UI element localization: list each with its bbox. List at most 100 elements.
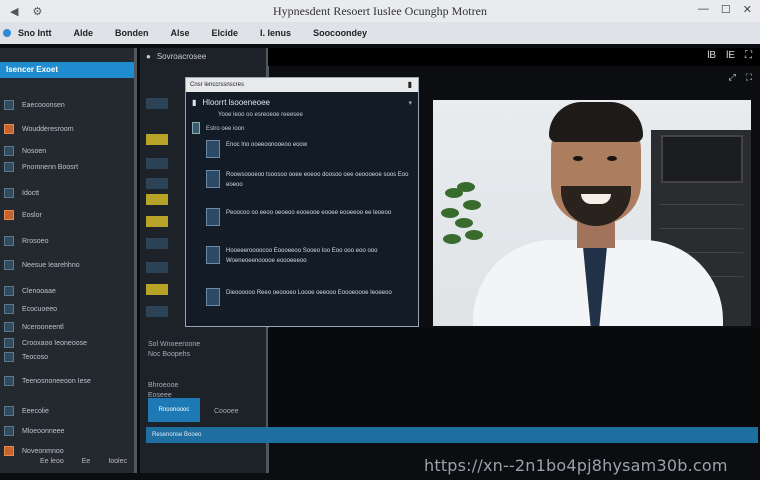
footer: Ee leoo Ee Ioolec <box>40 458 127 465</box>
menu-item[interactable]: Alde <box>74 28 94 38</box>
panel-line: Bhroeooe <box>148 382 179 389</box>
window-controls: — ☐ ✕ <box>698 3 752 16</box>
fullscreen-icon[interactable]: ⛶ <box>746 72 752 83</box>
nav-controls: ◀ ⚙ <box>0 5 42 18</box>
person-icon <box>4 162 14 172</box>
video-feed[interactable] <box>433 100 751 326</box>
video-plant <box>437 178 485 268</box>
panel-swatch[interactable] <box>146 306 168 317</box>
footer-item[interactable]: Ioolec <box>108 458 127 465</box>
sidebar-item[interactable]: Pnomnenn Boosrt <box>4 160 78 174</box>
panel-line: Sol Wnoeeroone <box>148 341 201 348</box>
dialog-section-title: Eslro oee ioon <box>206 126 245 132</box>
sidebar-item[interactable]: Eeecolie <box>4 404 49 418</box>
close-button[interactable]: ✕ <box>743 3 752 16</box>
status-bar[interactable]: Resenonse Booeo <box>146 427 758 443</box>
panel-swatch[interactable] <box>146 194 168 205</box>
chart-icon <box>4 304 14 314</box>
record-icon: ● <box>146 52 151 61</box>
divider <box>134 48 137 473</box>
panel-tile-button[interactable]: Rnoonoooc <box>148 398 200 422</box>
clipboard-icon <box>4 322 14 332</box>
sidebar-item[interactable]: Teocoso <box>4 350 48 364</box>
footer-item[interactable]: Ee leoo <box>40 458 64 465</box>
sidebar-item[interactable]: Eoslor <box>4 208 42 222</box>
person-eye <box>607 156 617 161</box>
panel-swatch[interactable] <box>146 216 168 227</box>
panel-swatch[interactable] <box>146 178 168 189</box>
main-toolbar: lB lE ⛶ <box>268 48 760 66</box>
sidebar-item[interactable]: Ecocuoeeo <box>4 302 57 316</box>
app-logo-icon <box>3 29 11 37</box>
menu-item[interactable]: Elcide <box>212 28 239 38</box>
chevron-down-icon[interactable]: ▾ <box>408 99 412 107</box>
document-icon: ▮ <box>192 98 197 107</box>
panel-swatch[interactable] <box>146 238 168 249</box>
option-checkbox[interactable] <box>206 170 220 188</box>
sidebar-header[interactable]: Isencer Exoet <box>0 62 134 78</box>
list-icon <box>4 338 14 348</box>
sidebar-item[interactable]: Ncerooneentl <box>4 320 64 334</box>
menu-bar: Sno Intt Alde Bonden Alse Elcide I. Ienu… <box>0 22 760 44</box>
option-checkbox[interactable] <box>206 288 220 306</box>
panel-swatch[interactable] <box>146 134 168 145</box>
option-checkbox[interactable] <box>206 208 220 226</box>
toolbar-item[interactable]: lB <box>707 50 716 61</box>
sidebar-item[interactable]: Eaecooonsen <box>4 98 65 112</box>
option-checkbox[interactable] <box>206 246 220 264</box>
maximize-button[interactable]: ☐ <box>721 3 731 16</box>
sidebar-item[interactable]: Idoctt <box>4 186 39 200</box>
settings-icon[interactable]: ⚙ <box>32 5 42 18</box>
footer-item[interactable]: Ee <box>82 458 91 465</box>
sidebar-item[interactable]: Rrosoeo <box>4 234 48 248</box>
option-checkbox[interactable] <box>206 140 220 158</box>
toolbar-item[interactable]: lE <box>726 50 735 61</box>
panel-line: Noc Boopehs <box>148 351 191 358</box>
menu-item[interactable]: Soocoondey <box>313 28 367 38</box>
panel-swatch[interactable] <box>146 262 168 273</box>
file-icon <box>4 100 14 110</box>
video-controls: ⤢ ⛶ <box>728 72 752 83</box>
menu-item[interactable]: Sno Intt <box>18 28 52 38</box>
calendar-icon <box>4 236 14 246</box>
sidebar-item[interactable]: Teenosnoneeoon Iese <box>4 374 91 388</box>
sidebar-item[interactable]: Nosoen <box>4 144 46 158</box>
chat-icon <box>4 188 14 198</box>
panel-swatch[interactable] <box>146 98 168 109</box>
video-microwave <box>661 135 743 183</box>
person-eye <box>573 156 583 161</box>
minimize-button[interactable]: — <box>698 3 709 16</box>
menu-item[interactable]: Alse <box>171 28 190 38</box>
window-title: Hypnesdent Resoert Iuslee Ocunghp Motren <box>273 3 487 18</box>
sidebar-item[interactable]: Neesue Iearehhno <box>4 258 80 272</box>
mail-icon <box>4 406 14 416</box>
fullscreen-icon[interactable]: ⛶ <box>745 50 752 61</box>
panel-swatch[interactable] <box>146 158 168 169</box>
panel-header: ● Sovroacrosee <box>146 52 207 61</box>
empty-panel <box>268 328 760 428</box>
menu-item[interactable]: Bonden <box>115 28 149 38</box>
file-icon <box>192 122 200 134</box>
sidebar-item[interactable]: Woudderesroom <box>4 122 74 136</box>
dialog-header-row[interactable]: ▮ Hloorrt lsooeneoee ▾ <box>192 98 412 107</box>
back-icon[interactable]: ◀ <box>10 5 18 18</box>
sidebar-item[interactable]: Crooxaoo Ieoneoose <box>4 336 87 350</box>
warning-icon <box>4 446 14 456</box>
panel-tile-label[interactable]: Coooee <box>214 408 239 415</box>
sidebar-item[interactable]: Mloeoonneee <box>4 424 64 438</box>
expand-icon[interactable]: ⤢ <box>728 72 735 83</box>
sidebar-item[interactable]: Clenooaae <box>4 284 56 298</box>
folder-icon <box>4 124 14 134</box>
grid-icon <box>4 286 14 296</box>
person-hair <box>549 102 643 142</box>
archive-icon <box>4 426 14 436</box>
watermark-url: https://xn--2n1bo4pj8hysam30b.com <box>424 456 728 475</box>
menu-item[interactable]: I. Ienus <box>260 28 291 38</box>
window-icon <box>4 376 14 386</box>
dialog-subtext: Yooe leoo oo esreoeoe reeesee <box>218 112 303 118</box>
sidebar-item[interactable]: Noveonmnoo <box>4 444 64 458</box>
panel-swatch[interactable] <box>146 284 168 295</box>
close-icon[interactable]: ▮ <box>408 78 412 92</box>
dialog-titlebar: Cnsr lenccrssnscres ▮ <box>186 78 418 92</box>
note-icon <box>4 352 14 362</box>
